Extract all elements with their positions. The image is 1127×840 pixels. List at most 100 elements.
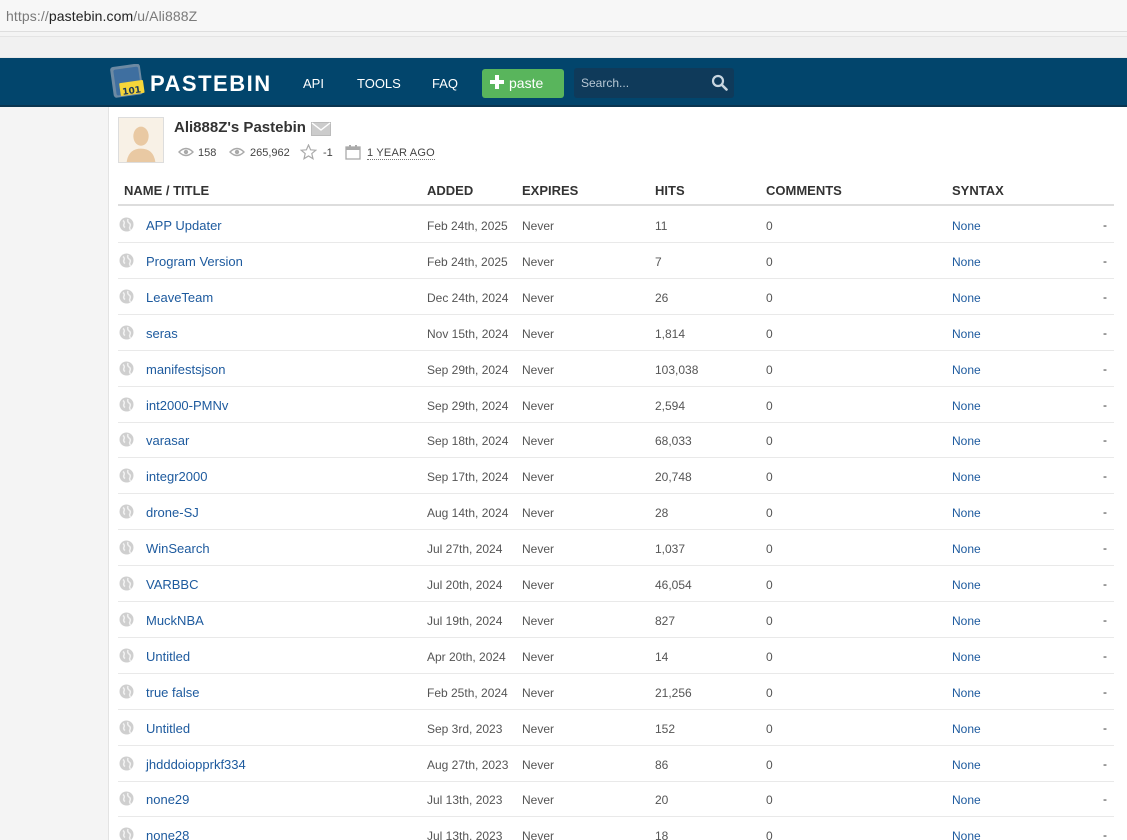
- paste-title-link[interactable]: integr2000: [146, 469, 207, 484]
- paste-actions[interactable]: -: [1103, 685, 1107, 699]
- table-row[interactable]: none28 Jul 13th, 2023 Never 18 0 None -: [118, 817, 1114, 840]
- table-row[interactable]: true false Feb 25th, 2024 Never 21,256 0 None…: [118, 674, 1114, 710]
- brand-name[interactable]: PASTEBIN: [150, 71, 272, 97]
- paste-actions[interactable]: -: [1103, 828, 1107, 840]
- paste-actions[interactable]: -: [1103, 541, 1107, 555]
- table-row[interactable]: WinSearch Jul 27th, 2024 Never 1,037 0 None -: [118, 530, 1114, 567]
- paste-title-link[interactable]: manifestsjson: [146, 362, 225, 377]
- col-header-comments[interactable]: COMMENTS: [766, 183, 842, 198]
- paste-comments: 0: [766, 578, 773, 592]
- paste-syntax-link[interactable]: None: [952, 542, 981, 556]
- paste-actions[interactable]: -: [1103, 362, 1107, 376]
- table-row[interactable]: jhdddoiopprkf334 Aug 27th, 2023 Never 86 0 No…: [118, 746, 1114, 782]
- paste-title-link[interactable]: drone-SJ: [146, 505, 199, 520]
- paste-title-link[interactable]: int2000-PMNv: [146, 398, 228, 413]
- paste-title-link[interactable]: LeaveTeam: [146, 290, 213, 305]
- paste-syntax-link[interactable]: None: [952, 470, 981, 484]
- paste-actions[interactable]: -: [1103, 254, 1107, 268]
- col-header-title[interactable]: NAME / TITLE: [124, 183, 209, 198]
- paste-hits: 1,037: [655, 542, 686, 557]
- public-globe-icon: [119, 827, 134, 840]
- table-row[interactable]: manifestsjson Sep 29th, 2024 Never 103,038 0…: [118, 351, 1114, 387]
- paste-syntax-link[interactable]: None: [952, 722, 981, 736]
- paste-title-link[interactable]: Untitled: [146, 721, 190, 736]
- paste-syntax-link[interactable]: None: [952, 793, 981, 807]
- paste-hits: 20: [655, 793, 669, 808]
- paste-expires: Never: [522, 793, 555, 808]
- paste-syntax-link[interactable]: None: [952, 650, 981, 664]
- paste-syntax-link[interactable]: None: [952, 614, 981, 628]
- paste-title-link[interactable]: Program Version: [146, 254, 243, 269]
- paste-syntax-link[interactable]: None: [952, 758, 981, 772]
- paste-syntax-link[interactable]: None: [952, 506, 981, 520]
- table-row[interactable]: drone-SJ Aug 14th, 2024 Never 28 0 None -: [118, 494, 1114, 531]
- paste-title-link[interactable]: WinSearch: [146, 541, 210, 556]
- paste-title-link[interactable]: true false: [146, 685, 199, 700]
- paste-title-link[interactable]: jhdddoiopprkf334: [146, 757, 246, 772]
- paste-actions[interactable]: -: [1103, 218, 1107, 232]
- mail-icon[interactable]: [311, 122, 331, 136]
- paste-syntax-link[interactable]: None: [952, 255, 981, 269]
- paste-syntax-link[interactable]: None: [952, 434, 981, 448]
- paste-syntax-link[interactable]: None: [952, 829, 981, 840]
- table-row[interactable]: Untitled Apr 20th, 2024 Never 14 0 None -: [118, 638, 1114, 674]
- paste-syntax-link[interactable]: None: [952, 219, 981, 233]
- paste-title-link[interactable]: none29: [146, 792, 189, 807]
- paste-title-link[interactable]: varasar: [146, 433, 189, 448]
- paste-actions[interactable]: -: [1103, 721, 1107, 735]
- new-paste-button[interactable]: paste: [482, 69, 564, 98]
- paste-actions[interactable]: -: [1103, 792, 1107, 806]
- public-globe-icon: [119, 720, 134, 735]
- paste-expires: Never: [522, 829, 555, 840]
- table-row[interactable]: Program Version Feb 24th, 2025 Never 7 0 None…: [118, 243, 1114, 279]
- calendar-icon: [345, 145, 361, 160]
- table-row[interactable]: seras Nov 15th, 2024 Never 1,814 0 None -: [118, 315, 1114, 351]
- paste-actions[interactable]: -: [1103, 290, 1107, 304]
- public-globe-icon: [119, 540, 134, 555]
- paste-title-link[interactable]: APP Updater: [146, 218, 222, 233]
- paste-syntax-link[interactable]: None: [952, 686, 981, 700]
- col-header-added[interactable]: ADDED: [427, 183, 473, 198]
- paste-syntax-link[interactable]: None: [952, 291, 981, 305]
- paste-added: Apr 20th, 2024: [427, 649, 506, 664]
- table-row[interactable]: varasar Sep 18th, 2024 Never 68,033 0 None -: [118, 422, 1114, 459]
- table-row[interactable]: APP Updater Feb 24th, 2025 Never 11 0 None -: [118, 207, 1114, 243]
- paste-actions[interactable]: -: [1103, 469, 1107, 483]
- search-input[interactable]: Search...: [574, 68, 734, 98]
- paste-syntax-link[interactable]: None: [952, 363, 981, 377]
- table-row[interactable]: MuckNBA Jul 19th, 2024 Never 827 0 None -: [118, 602, 1114, 638]
- search-icon[interactable]: [711, 74, 728, 91]
- nav-api[interactable]: API: [303, 76, 324, 91]
- paste-actions[interactable]: -: [1103, 326, 1107, 340]
- table-row[interactable]: none29 Jul 13th, 2023 Never 20 0 None -: [118, 781, 1114, 818]
- paste-actions[interactable]: -: [1103, 613, 1107, 627]
- pastebin-logo-icon[interactable]: 101: [110, 64, 146, 100]
- user-avatar[interactable]: [118, 117, 164, 163]
- nav-faq[interactable]: FAQ: [432, 76, 458, 91]
- nav-tools[interactable]: TOOLS: [357, 76, 401, 91]
- paste-actions[interactable]: -: [1103, 757, 1107, 771]
- paste-actions[interactable]: -: [1103, 398, 1107, 412]
- paste-title-link[interactable]: VARBBC: [146, 577, 199, 592]
- table-row[interactable]: VARBBC Jul 20th, 2024 Never 46,054 0 None -: [118, 566, 1114, 602]
- paste-syntax-link[interactable]: None: [952, 327, 981, 341]
- col-header-expires[interactable]: EXPIRES: [522, 183, 578, 198]
- paste-actions[interactable]: -: [1103, 649, 1107, 663]
- table-row[interactable]: Untitled Sep 3rd, 2023 Never 152 0 None -: [118, 710, 1114, 746]
- paste-title-link[interactable]: none28: [146, 828, 189, 840]
- table-row[interactable]: LeaveTeam Dec 24th, 2024 Never 26 0 None -: [118, 279, 1114, 315]
- paste-actions[interactable]: -: [1103, 433, 1107, 447]
- col-header-hits[interactable]: HITS: [655, 183, 685, 198]
- table-row[interactable]: int2000-PMNv Sep 29th, 2024 Never 2,594 0 Non…: [118, 387, 1114, 423]
- paste-syntax-link[interactable]: None: [952, 578, 981, 592]
- paste-actions[interactable]: -: [1103, 505, 1107, 519]
- url-text[interactable]: https://pastebin.com/u/Ali888Z: [6, 8, 197, 24]
- browser-url-bar[interactable]: https://pastebin.com/u/Ali888Z: [0, 0, 1127, 32]
- table-row[interactable]: integr2000 Sep 17th, 2024 Never 20,748 0 None…: [118, 458, 1114, 495]
- col-header-syntax[interactable]: SYNTAX: [952, 183, 1004, 198]
- paste-syntax-link[interactable]: None: [952, 399, 981, 413]
- paste-title-link[interactable]: Untitled: [146, 649, 190, 664]
- paste-actions[interactable]: -: [1103, 577, 1107, 591]
- paste-title-link[interactable]: seras: [146, 326, 178, 341]
- paste-title-link[interactable]: MuckNBA: [146, 613, 204, 628]
